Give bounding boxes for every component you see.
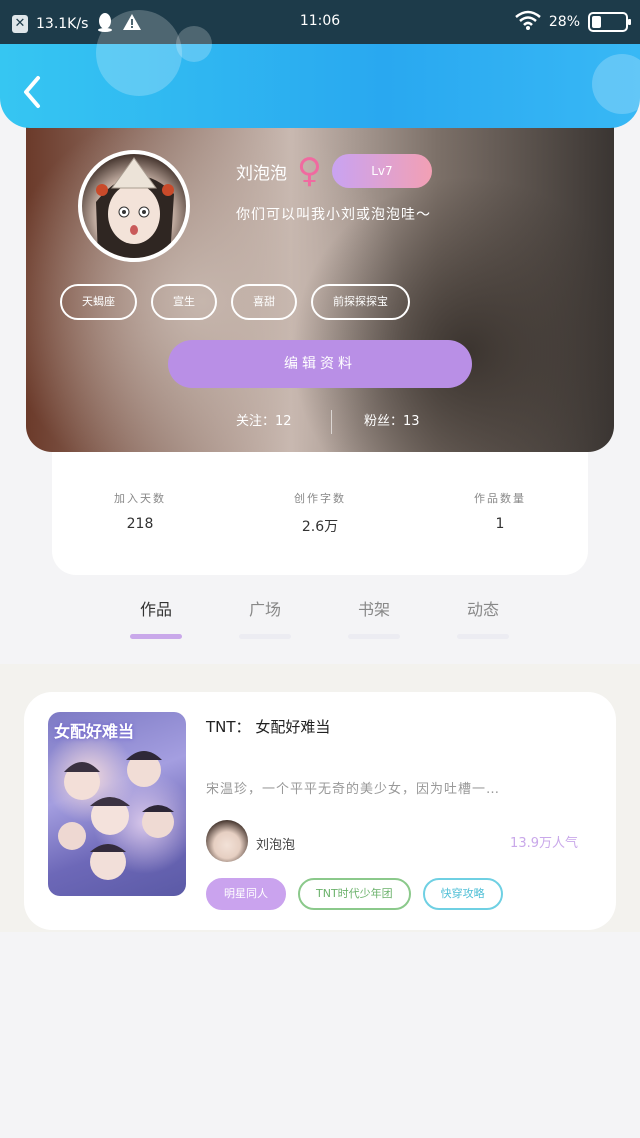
profile-tag[interactable]: 天蝎座 <box>60 284 137 320</box>
work-tag[interactable]: 明星同人 <box>206 878 286 910</box>
stat-value: 2.6万 <box>301 519 339 535</box>
tab-label: 广场 <box>248 600 281 619</box>
work-tags: 明星同人 TNT时代少年团 快穿攻略 <box>206 878 503 910</box>
cover-title: 女配好难当 <box>54 722 135 741</box>
avatar[interactable] <box>78 150 190 262</box>
tab-bar: 作品 广场 书架 动态 <box>0 596 640 652</box>
header-bar <box>0 10 640 128</box>
decor-bubble <box>176 26 212 62</box>
following-count[interactable]: 关注：12 <box>236 410 292 429</box>
tab-indicator <box>239 634 291 639</box>
stat-value: 218 <box>126 516 154 532</box>
decor-bubble <box>96 10 182 96</box>
edit-profile-button[interactable]: 编辑资料 <box>168 340 472 388</box>
status-bar: ✕ 13.1K/s 11:06 28% <box>0 0 640 44</box>
battery-fill <box>592 16 601 28</box>
decor-bubble <box>592 54 640 114</box>
back-button[interactable] <box>18 72 48 112</box>
stat-join-days: 加入天数 218 <box>70 490 210 532</box>
author-name[interactable]: 刘泡泡 <box>256 834 295 853</box>
work-tag[interactable]: TNT时代少年团 <box>298 878 411 910</box>
chevron-left-icon <box>24 76 40 108</box>
tab-bookshelf[interactable]: 书架 <box>324 596 424 639</box>
tab-activity[interactable]: 动态 <box>433 596 533 639</box>
tab-label: 书架 <box>357 600 390 619</box>
tab-works[interactable]: 作品 <box>106 596 206 639</box>
followers-count[interactable]: 粉丝：13 <box>364 410 420 429</box>
follow-stats: 关注：12 粉丝：13 <box>26 410 614 436</box>
avatar-illustration <box>96 157 174 258</box>
tab-label: 动态 <box>466 600 499 619</box>
author-avatar[interactable] <box>206 820 248 862</box>
tab-label: 作品 <box>139 600 172 619</box>
tab-indicator <box>348 634 400 639</box>
work-description: 宋温珍，一个平平无奇的美少女，因为吐槽一… <box>206 782 501 797</box>
stat-works-count: 作品数量 1 <box>430 490 570 532</box>
divider <box>331 410 332 434</box>
wifi-icon <box>515 10 541 34</box>
battery-percent: 28% <box>548 14 580 30</box>
work-card[interactable]: 女配好难当 TNT： 女配好难当 宋温珍，一个平平无奇的美少女，因为吐槽一… 刘… <box>24 692 616 930</box>
tab-plaza[interactable]: 广场 <box>215 596 315 639</box>
popularity-count: 13.9万人气 <box>510 836 578 851</box>
profile-tags: 天蝎座 宣生 喜甜 前探探探宝 <box>60 284 410 320</box>
work-cover[interactable]: 女配好难当 <box>48 712 186 896</box>
tab-indicator <box>457 634 509 639</box>
stat-label: 作品数量 <box>474 492 526 505</box>
stat-value: 1 <box>495 516 505 532</box>
female-icon: ♀ <box>297 151 322 191</box>
stat-label: 创作字数 <box>294 492 346 505</box>
profile-tag[interactable]: 宣生 <box>151 284 217 320</box>
profile-card: 刘泡泡 ♀ Lv7 你们可以叫我小刘或泡泡哇～ 天蝎座 宣生 喜甜 前探探探宝 … <box>26 118 614 452</box>
level-badge: Lv7 <box>331 154 432 188</box>
work-tag[interactable]: 快穿攻略 <box>422 878 503 910</box>
bio: 你们可以叫我小刘或泡泡哇～ <box>236 207 431 223</box>
stats-card: 加入天数 218 创作字数 2.6万 作品数量 1 <box>52 440 588 575</box>
username: 刘泡泡 <box>236 163 287 184</box>
battery-icon <box>588 12 631 32</box>
stat-label: 加入天数 <box>114 492 166 505</box>
work-title[interactable]: TNT： 女配好难当 <box>206 716 330 737</box>
tab-indicator <box>130 634 182 639</box>
profile-tag[interactable]: 前探探探宝 <box>311 284 410 320</box>
stat-word-count: 创作字数 2.6万 <box>250 490 390 536</box>
profile-tag[interactable]: 喜甜 <box>231 284 297 320</box>
